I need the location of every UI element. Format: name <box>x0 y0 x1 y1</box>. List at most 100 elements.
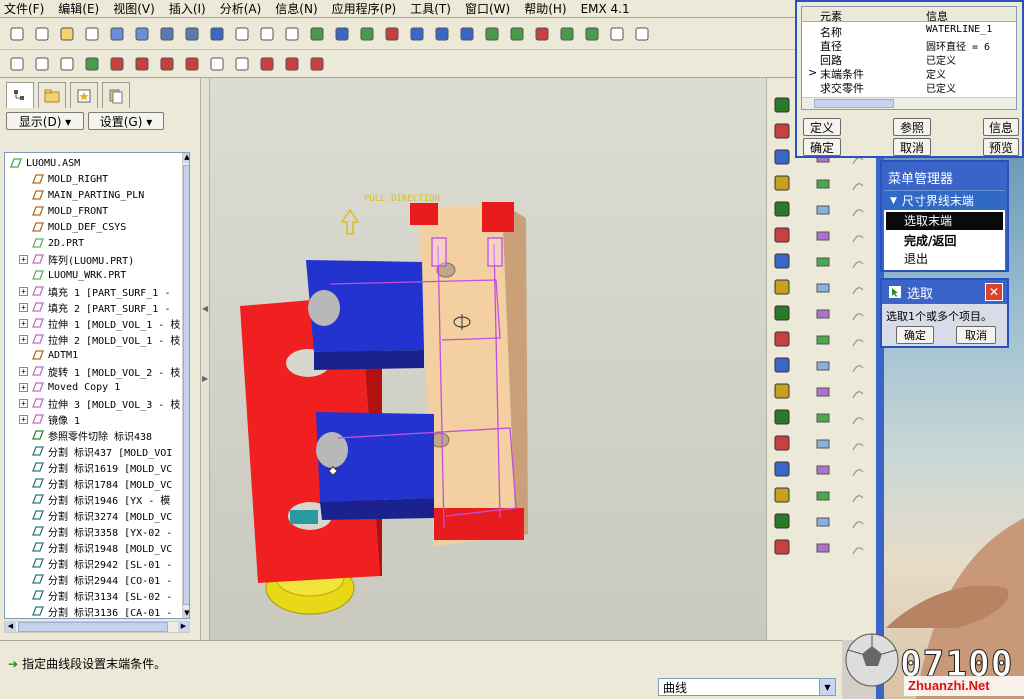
curve-tool-11-icon[interactable] <box>849 384 867 402</box>
tab-model-tree[interactable] <box>6 82 34 108</box>
tree-item[interactable]: MOLD_DEF_CSYS <box>19 219 126 235</box>
menu-item-7[interactable]: 工具(T) <box>410 0 451 17</box>
curve-tool-15-icon[interactable] <box>849 488 867 506</box>
layers-icon[interactable] <box>531 23 553 45</box>
paste-icon[interactable] <box>256 23 278 45</box>
draft-icon[interactable] <box>771 484 793 506</box>
menu-item-done-return[interactable]: 完成/返回 <box>886 232 1003 250</box>
curve-tool-6-icon[interactable] <box>849 254 867 272</box>
expand-toggle-icon[interactable]: + <box>19 414 28 424</box>
info-table-row[interactable]: 求交零件 已定义 <box>802 80 1016 95</box>
no-hidden-icon[interactable] <box>56 53 78 75</box>
tree-item[interactable]: LUOMU_WRK.PRT <box>19 267 126 283</box>
tree-item[interactable]: + 镜像 1 <box>19 411 80 427</box>
feature-tool-12-icon[interactable] <box>813 408 833 428</box>
csys-toggle-icon[interactable] <box>181 53 203 75</box>
feature-tool-6-icon[interactable] <box>813 252 833 272</box>
feature-tool-8-icon[interactable] <box>813 304 833 324</box>
menu-item-0[interactable]: 文件(F) <box>4 0 44 17</box>
graphics-window[interactable]: PULL DIRECTION <box>210 78 766 640</box>
save-copy-icon[interactable] <box>131 23 153 45</box>
feature-tool-14-icon[interactable] <box>813 460 833 480</box>
select-ok-button[interactable]: 确定 <box>896 326 934 344</box>
info-button[interactable]: 信息 <box>983 118 1019 136</box>
tree-item[interactable]: ADTM1 <box>19 347 78 363</box>
curve-tool-14-icon[interactable] <box>849 462 867 480</box>
display-style-icon[interactable] <box>631 23 653 45</box>
mold-points-icon[interactable] <box>306 53 328 75</box>
scroll-thumb[interactable] <box>183 165 189 605</box>
tree-item[interactable]: 分割 标识3274 [MOLD_VC <box>19 507 172 523</box>
new-file-icon[interactable] <box>6 23 28 45</box>
curve-tool-5-icon[interactable] <box>849 228 867 246</box>
expand-toggle-icon[interactable]: + <box>19 254 28 264</box>
menu-item-4[interactable]: 分析(A) <box>220 0 262 17</box>
color-wheel-icon[interactable] <box>206 23 228 45</box>
scroll-down-arrow-icon[interactable]: ▼ <box>183 609 189 618</box>
expand-toggle-icon[interactable]: + <box>19 302 28 312</box>
feature-tool-13-icon[interactable] <box>813 434 833 454</box>
orient-icon[interactable] <box>356 23 378 45</box>
repaint-icon[interactable] <box>331 23 353 45</box>
menu-item-2[interactable]: 视图(V) <box>113 0 155 17</box>
tree-item[interactable]: + 阵列(LUOMU.PRT) <box>19 251 134 267</box>
split-volume-icon[interactable] <box>771 302 793 324</box>
expand-toggle-icon[interactable]: + <box>19 334 28 344</box>
tab-layers[interactable] <box>102 82 130 108</box>
tree-item[interactable]: 分割 标识437 [MOLD_VOI <box>19 443 172 459</box>
feature-tool-9-icon[interactable] <box>813 330 833 350</box>
menu-item-select-end[interactable]: 选取末端 <box>886 212 1003 230</box>
preview-button[interactable]: 预览 <box>983 138 1019 156</box>
view-manager-icon[interactable] <box>506 23 528 45</box>
curve-tool-16-icon[interactable] <box>849 514 867 532</box>
tree-horizontal-scrollbar[interactable]: ◀ ▶ <box>4 621 190 633</box>
lifter-icon[interactable] <box>771 250 793 272</box>
expand-toggle-icon[interactable]: + <box>19 286 28 296</box>
feature-tool-17-icon[interactable] <box>813 538 833 558</box>
ejector-pin-icon[interactable] <box>771 198 793 220</box>
paste-special-icon[interactable] <box>281 23 303 45</box>
expand-toggle-icon[interactable]: + <box>19 366 28 376</box>
reorient-icon[interactable] <box>481 23 503 45</box>
info-table-row[interactable]: 名称 WATERLINE_1 <box>802 24 1016 39</box>
curve-tool-3-icon[interactable] <box>849 176 867 194</box>
save-icon[interactable] <box>106 23 128 45</box>
new-component-icon[interactable] <box>771 172 793 194</box>
copy-icon[interactable] <box>231 23 253 45</box>
new-icon[interactable] <box>31 23 53 45</box>
curve-tool-7-icon[interactable] <box>849 280 867 298</box>
curve-tool-13-icon[interactable] <box>849 436 867 454</box>
references-button[interactable]: 参照 <box>893 118 931 136</box>
dimension-icon[interactable] <box>556 23 578 45</box>
curve-tool-4-icon[interactable] <box>849 202 867 220</box>
open-folder-icon[interactable] <box>56 23 78 45</box>
hide-icon[interactable] <box>206 53 228 75</box>
datum-display-icon[interactable] <box>606 23 628 45</box>
redo-icon[interactable] <box>181 23 203 45</box>
cavity-layout-icon[interactable] <box>771 354 793 376</box>
expand-toggle-icon[interactable]: + <box>19 318 28 328</box>
tree-item[interactable]: 分割 标识1948 [MOLD_VC <box>19 539 172 555</box>
regenerate-icon[interactable] <box>306 23 328 45</box>
waterline-icon[interactable] <box>771 94 793 116</box>
refit-icon[interactable] <box>456 23 478 45</box>
ok-button[interactable]: 确定 <box>803 138 841 156</box>
runner-icon[interactable] <box>771 120 793 142</box>
saved-views-icon[interactable] <box>231 53 253 75</box>
tree-item[interactable]: 分割 标识1619 [MOLD_VC <box>19 459 172 475</box>
selection-filter-select[interactable]: 曲线 ▼ <box>658 678 836 696</box>
expand-right-icon[interactable]: ▶ <box>202 374 208 404</box>
assemble-icon[interactable] <box>771 536 793 558</box>
select-cancel-button[interactable]: 取消 <box>956 326 996 344</box>
define-button[interactable]: 定义 <box>803 118 841 136</box>
mold-model-view[interactable]: PULL DIRECTION <box>210 78 766 640</box>
scroll-right-arrow-icon[interactable]: ▶ <box>178 622 189 632</box>
trim-icon[interactable] <box>771 432 793 454</box>
chevron-down-icon[interactable]: ▼ <box>819 679 835 695</box>
datum-axis-toggle-icon[interactable] <box>131 53 153 75</box>
tree-vertical-scrollbar[interactable]: ▲ ▼ <box>182 153 189 618</box>
sketch-toggle-icon[interactable] <box>281 53 303 75</box>
curve-tool-9-icon[interactable] <box>849 332 867 350</box>
analysis-icon[interactable] <box>581 23 603 45</box>
tree-item[interactable]: 参照零件切除 标识438 <box>19 427 152 443</box>
